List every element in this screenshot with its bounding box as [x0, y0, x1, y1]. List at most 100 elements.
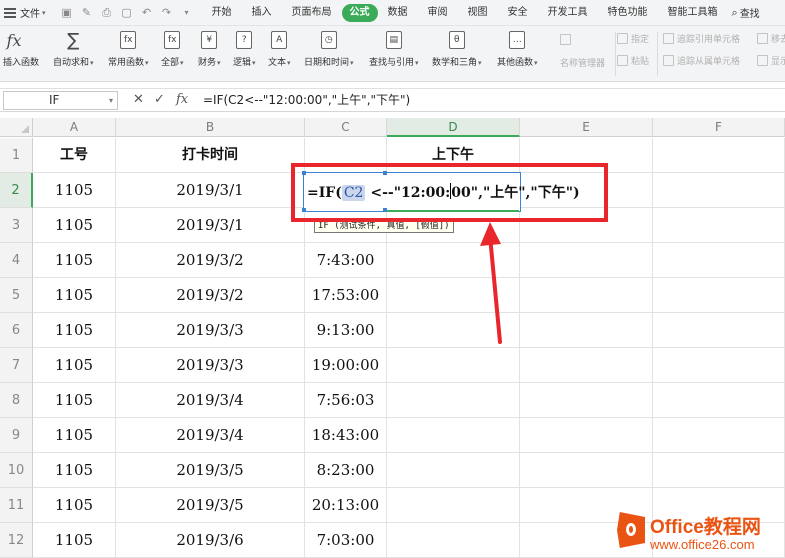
row-header-2[interactable]: 2	[0, 173, 33, 208]
table-cell[interactable]: 2019/3/4	[116, 418, 305, 453]
table-cell[interactable]	[520, 453, 653, 488]
table-cell[interactable]: 2019/3/5	[116, 453, 305, 488]
redo-icon[interactable]: ↷	[160, 6, 174, 19]
table-cell[interactable]: 7:56:03	[305, 383, 387, 418]
table-cell[interactable]: 1105	[33, 348, 116, 383]
tab-5[interactable]: 审阅	[418, 4, 458, 22]
table-cell[interactable]	[387, 383, 520, 418]
table-cell[interactable]: 2019/3/6	[116, 523, 305, 558]
header-cell[interactable]: 工号	[33, 138, 116, 173]
table-cell[interactable]: 1105	[33, 243, 116, 278]
table-cell[interactable]: 1105	[33, 313, 116, 348]
table-cell[interactable]	[520, 278, 653, 313]
column-header-E[interactable]: E	[520, 118, 653, 137]
table-cell[interactable]: 2019/3/1	[116, 208, 305, 243]
row-header-8[interactable]: 8	[0, 383, 33, 418]
ribbon-button-8[interactable]: ▤ 查找与引用▾	[369, 28, 419, 68]
select-all-corner[interactable]	[0, 118, 33, 137]
table-cell[interactable]: 2019/3/2	[116, 243, 305, 278]
column-header-C[interactable]: C	[305, 118, 387, 137]
table-cell[interactable]: 1105	[33, 383, 116, 418]
table-cell[interactable]: 9:13:00	[305, 313, 387, 348]
trace-dependents-button[interactable]: 追踪从属单元格	[663, 54, 740, 67]
column-header-F[interactable]: F	[653, 118, 785, 137]
ribbon-button-1[interactable]: ∑ 自动求和▾	[53, 28, 94, 69]
paste-name-button[interactable]: 粘贴	[617, 54, 649, 67]
table-cell[interactable]: 2019/3/4	[116, 383, 305, 418]
table-cell[interactable]	[387, 488, 520, 523]
table-cell[interactable]	[653, 453, 785, 488]
ribbon-button-10[interactable]: … 其他函数▾	[497, 28, 538, 68]
row-header-6[interactable]: 6	[0, 313, 33, 348]
tab-2[interactable]: 页面布局	[282, 4, 342, 22]
table-cell[interactable]: 1105	[33, 488, 116, 523]
row-header-12[interactable]: 12	[0, 523, 33, 558]
table-cell[interactable]: 1105	[33, 208, 116, 243]
ribbon-button-0[interactable]: fx 插入函数	[3, 28, 39, 69]
remove-arrows-button[interactable]: 移去	[757, 32, 785, 45]
row-header-11[interactable]: 11	[0, 488, 33, 523]
table-cell[interactable]	[520, 243, 653, 278]
table-cell[interactable]	[653, 418, 785, 453]
tab-0[interactable]: 开始	[202, 4, 242, 22]
table-cell[interactable]: 7:03:00	[305, 523, 387, 558]
tab-6[interactable]: 视图	[458, 4, 498, 22]
row-header-4[interactable]: 4	[0, 243, 33, 278]
print-icon[interactable]: ⎙	[100, 6, 114, 20]
column-header-D[interactable]: D	[387, 118, 520, 137]
ribbon-button-4[interactable]: ¥ 财务▾	[198, 28, 221, 68]
print-preview-icon[interactable]: ▢	[120, 6, 134, 19]
table-cell[interactable]	[387, 453, 520, 488]
name-box[interactable]: IF ▾	[3, 91, 118, 110]
table-cell[interactable]	[520, 383, 653, 418]
table-cell[interactable]	[520, 348, 653, 383]
tab-7[interactable]: 安全	[498, 4, 538, 22]
specify-button[interactable]: 指定	[617, 32, 649, 45]
column-header-B[interactable]: B	[116, 118, 305, 137]
ribbon-button-6[interactable]: A 文本▾	[268, 28, 291, 68]
chevron-down-icon[interactable]: ▾	[180, 8, 194, 17]
table-cell[interactable]: 1105	[33, 173, 116, 208]
ribbon-button-5[interactable]: ? 逻辑▾	[233, 28, 256, 68]
table-cell[interactable]: 7:43:00	[305, 243, 387, 278]
tab-4[interactable]: 数据	[378, 4, 418, 22]
table-cell[interactable]	[520, 313, 653, 348]
tab-1[interactable]: 插入	[242, 4, 282, 22]
table-cell[interactable]	[653, 313, 785, 348]
table-cell[interactable]	[387, 523, 520, 558]
table-cell[interactable]: 17:53:00	[305, 278, 387, 313]
header-cell[interactable]	[653, 138, 785, 173]
row-header-5[interactable]: 5	[0, 278, 33, 313]
table-cell[interactable]	[387, 418, 520, 453]
table-cell[interactable]: 2019/3/3	[116, 348, 305, 383]
chevron-down-icon[interactable]: ▾	[109, 92, 113, 109]
row-header-3[interactable]: 3	[0, 208, 33, 243]
ribbon-button-9[interactable]: θ 数学和三角▾	[432, 28, 482, 68]
column-header-A[interactable]: A	[33, 118, 116, 137]
table-cell[interactable]: 1105	[33, 278, 116, 313]
table-cell[interactable]: 8:23:00	[305, 453, 387, 488]
row-header-1[interactable]: 1	[0, 138, 33, 173]
table-cell[interactable]: 19:00:00	[305, 348, 387, 383]
tab-9[interactable]: 特色功能	[598, 4, 658, 22]
table-cell[interactable]: 20:13:00	[305, 488, 387, 523]
formula-input[interactable]: =IF(C2<--"12:00:00","上午","下午")	[203, 92, 410, 108]
table-cell[interactable]: 1105	[33, 418, 116, 453]
table-cell[interactable]	[387, 348, 520, 383]
tab-10[interactable]: 智能工具箱	[658, 4, 728, 22]
ribbon-button-2[interactable]: fx 常用函数▾	[108, 28, 149, 68]
table-cell[interactable]: 18:43:00	[305, 418, 387, 453]
file-menu[interactable]: 文件 ▾	[0, 0, 52, 25]
row-header-7[interactable]: 7	[0, 348, 33, 383]
table-cell[interactable]: 2019/3/1	[116, 173, 305, 208]
table-cell[interactable]	[520, 418, 653, 453]
format-painter-icon[interactable]: ✎	[80, 6, 94, 19]
row-header-10[interactable]: 10	[0, 453, 33, 488]
cancel-icon[interactable]: ✕	[133, 92, 144, 108]
header-cell[interactable]: 打卡时间	[116, 138, 305, 173]
show-formulas-button[interactable]: 显示	[757, 54, 785, 67]
undo-icon[interactable]: ↶	[140, 6, 154, 19]
tab-3[interactable]: 公式	[341, 3, 378, 22]
table-cell[interactable]: 2019/3/5	[116, 488, 305, 523]
table-cell[interactable]	[653, 278, 785, 313]
